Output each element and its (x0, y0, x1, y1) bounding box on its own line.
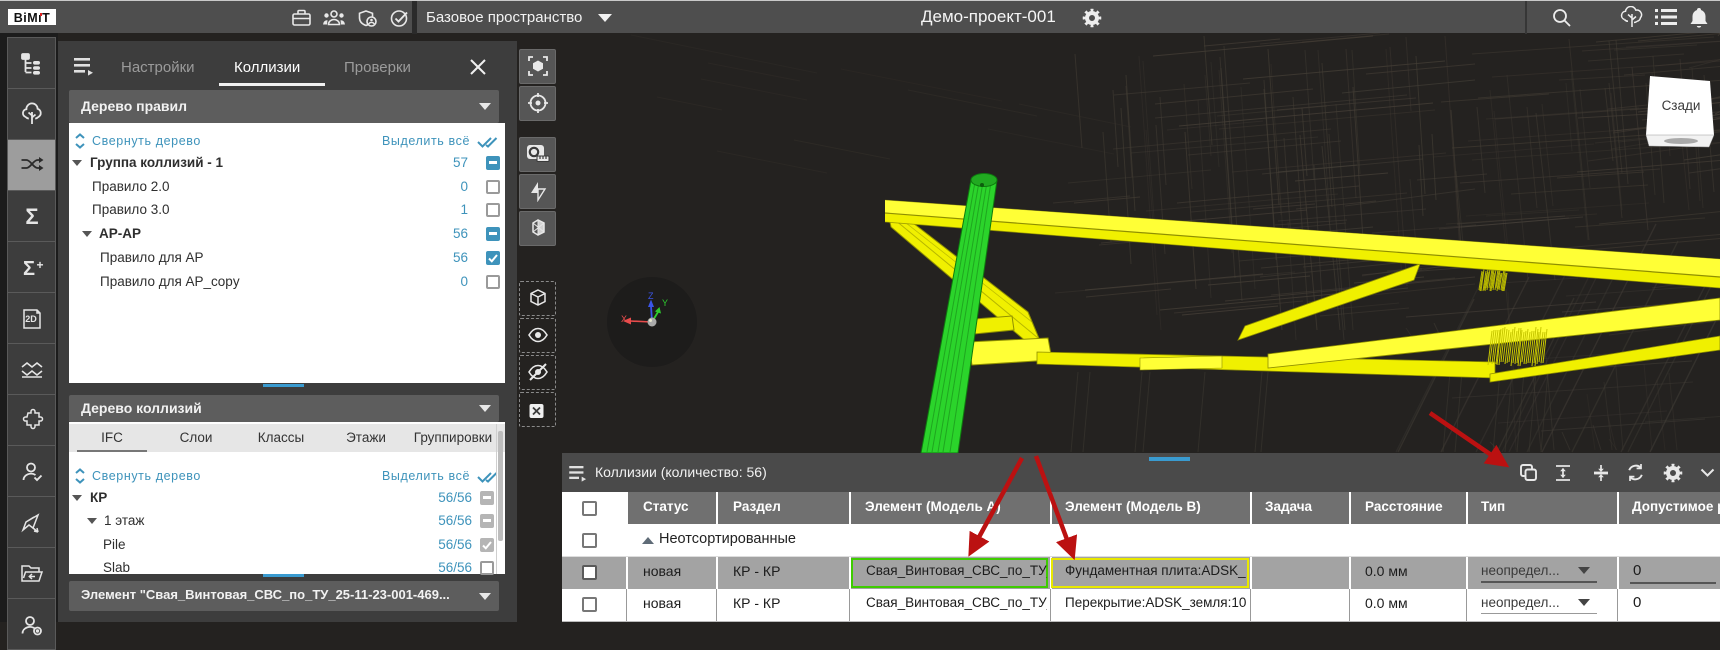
svg-text:Сзади: Сзади (1662, 98, 1701, 113)
svg-text:2D: 2D (25, 314, 37, 324)
svg-text:Σ: Σ (25, 204, 38, 229)
svg-text:X: X (621, 314, 627, 324)
svg-text:Z: Z (648, 291, 654, 301)
svg-text:Y: Y (662, 298, 668, 308)
svg-text:+: + (36, 258, 43, 272)
svg-text:Σ: Σ (23, 258, 35, 280)
